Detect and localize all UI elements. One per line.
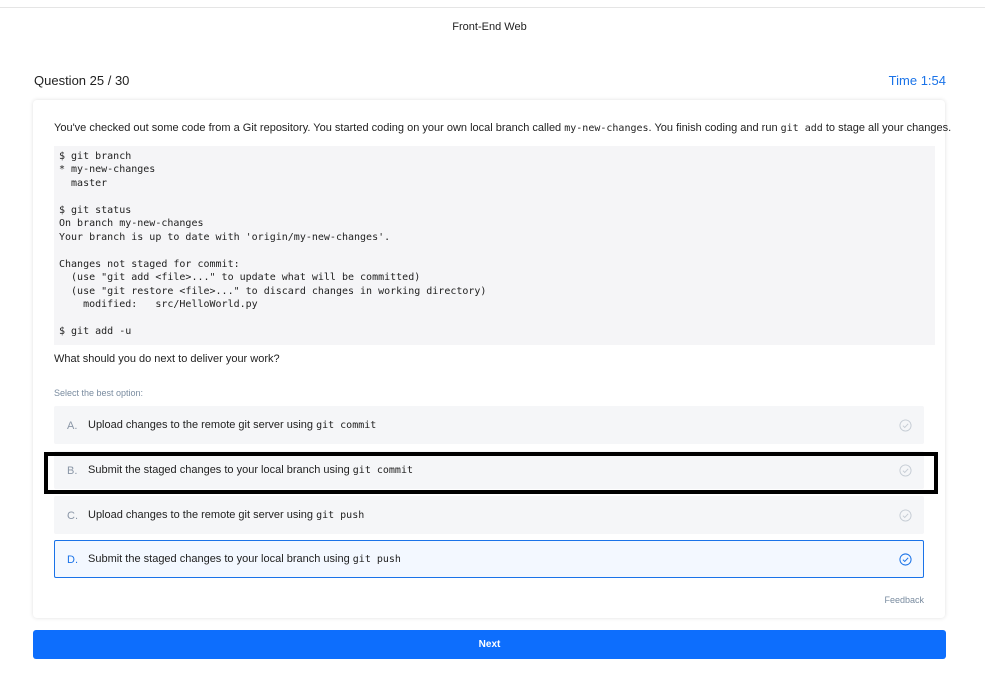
check-circle-icon [899,419,912,432]
option-a[interactable]: A. Upload changes to the remote git serv… [54,406,924,444]
option-letter: D. [67,554,78,566]
select-hint: Select the best option: [54,388,144,398]
check-circle-icon [899,509,912,522]
question-prompt: You've checked out some code from a Git … [54,122,952,134]
app-title: Front-End Web [452,21,527,33]
feedback-link[interactable]: Feedback [884,595,924,605]
option-text: Submit the staged changes to your local … [88,553,401,565]
inline-code-branch: my-new-changes [564,123,649,134]
option-c[interactable]: C. Upload changes to the remote git serv… [54,496,924,534]
followup-question: What should you do next to deliver your … [54,353,280,365]
next-button[interactable]: Next [33,630,946,659]
option-text: Upload changes to the remote git server … [88,509,365,521]
check-circle-icon [899,553,912,566]
code-block: $ git branch * my-new-changes master $ g… [54,146,935,345]
question-counter: Question 25 / 30 [34,73,130,88]
option-d[interactable]: D. Submit the staged changes to your loc… [54,540,924,578]
top-divider [0,7,985,8]
timer: Time 1:54 [888,73,946,88]
option-letter: A. [67,420,78,432]
highlight-box [44,452,938,494]
question-card: You've checked out some code from a Git … [33,100,952,618]
option-letter: C. [67,510,78,522]
inline-code-git-add: git add [780,123,823,134]
option-text: Upload changes to the remote git server … [88,419,377,431]
